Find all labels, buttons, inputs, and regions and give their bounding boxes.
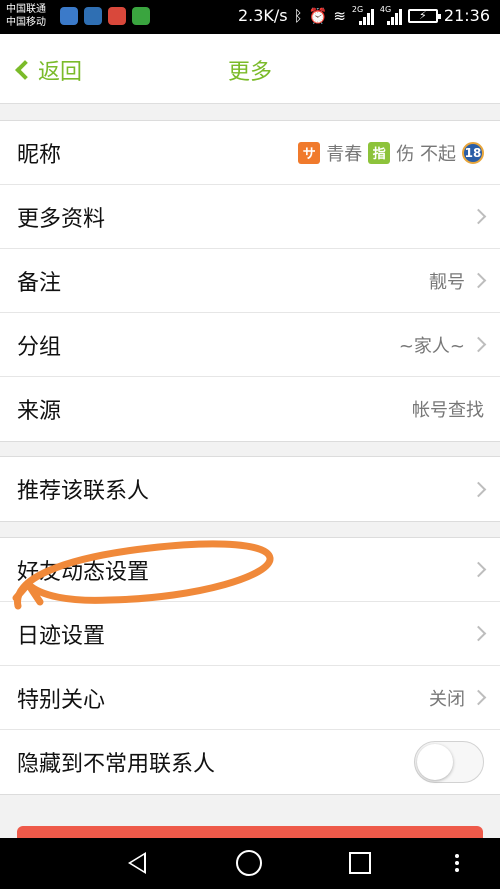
carrier-1: 中国联通 <box>6 4 46 15</box>
nickname-row[interactable]: 昵称 サ 青春 指 伤 不起 18 <box>0 121 500 185</box>
wifi-icon: ≋ <box>333 6 346 25</box>
chevron-right-icon <box>470 561 487 578</box>
signal-4g-icon: 4G <box>380 5 402 25</box>
source-row: 来源 帐号查找 <box>0 377 500 441</box>
nickname-part-1: 青春 <box>326 143 363 165</box>
battery-charging-icon: ⚡ <box>407 8 441 23</box>
friend-feed-settings-label: 好友动态设置 <box>17 559 150 585</box>
shield-app-icon <box>84 7 102 25</box>
clock: 21:36 <box>443 6 490 25</box>
more-info-label: 更多资料 <box>17 206 106 232</box>
cloud-app-icon <box>60 7 78 25</box>
recommend-row[interactable]: 推荐该联系人 <box>0 457 500 521</box>
settings-group: 好友动态设置 日迹设置 特别关心 关闭 隐藏到不常用联系人 <box>0 537 500 795</box>
nickname-badge-18: 18 <box>462 141 484 164</box>
bluetooth-icon: ᛒ <box>293 6 303 25</box>
remark-row[interactable]: 备注 靓号 <box>0 249 500 313</box>
chevron-right-icon <box>470 625 487 642</box>
chevron-right-icon <box>470 272 487 289</box>
page-title: 更多 <box>227 60 272 85</box>
footprint-settings-row[interactable]: 日迹设置 <box>0 602 500 666</box>
status-right: 2.3K/s ᛒ ⏰ ≋ 2G 4G ⚡ 21:36 <box>237 5 490 26</box>
recommend-label: 推荐该联系人 <box>17 479 150 504</box>
source-label: 来源 <box>17 399 62 424</box>
chevron-right-icon <box>470 208 487 225</box>
group-label: 分组 <box>17 334 62 360</box>
nav-back-icon[interactable] <box>128 852 146 874</box>
notification-icons <box>60 7 150 25</box>
nickname-label: 昵称 <box>17 142 62 168</box>
profile-group: 昵称 サ 青春 指 伤 不起 18 更多资料 备注 靓号 分组 ~家人~ 来源 … <box>0 120 500 442</box>
nickname-badge-green: 指 <box>368 141 391 164</box>
network-speed: 2.3K/s <box>237 6 288 25</box>
wechat-app-icon <box>132 7 150 25</box>
chevron-right-icon <box>470 336 487 353</box>
status-bar: 中国联通 中国移动 2.3K/s ᛒ ⏰ ≋ 2G 4G ⚡ 21:36 <box>0 0 500 34</box>
hide-contact-label: 隐藏到不常用联系人 <box>17 752 216 777</box>
group-value: ~家人~ <box>398 335 465 357</box>
special-care-row[interactable]: 特别关心 关闭 <box>0 666 500 730</box>
nav-recent-apps-icon[interactable] <box>349 852 371 874</box>
signal-2g-icon: 2G <box>352 5 374 25</box>
nav-home-icon[interactable] <box>236 850 262 876</box>
chevron-right-icon <box>470 689 487 706</box>
more-info-row[interactable]: 更多资料 <box>0 185 500 249</box>
group-row[interactable]: 分组 ~家人~ <box>0 313 500 377</box>
nav-menu-icon[interactable] <box>455 854 459 872</box>
footprint-settings-label: 日迹设置 <box>17 623 106 649</box>
source-value: 帐号查找 <box>412 400 484 421</box>
nickname-part-2: 伤 不起 <box>396 143 456 165</box>
special-care-value: 关闭 <box>429 688 465 710</box>
toggle-knob <box>417 744 453 780</box>
title-bar: 返回 更多 <box>0 34 500 104</box>
alarm-icon: ⏰ <box>308 6 328 25</box>
friend-feed-settings-row[interactable]: 好友动态设置 <box>0 538 500 602</box>
remark-value: 靓号 <box>429 271 465 293</box>
recommend-group: 推荐该联系人 <box>0 456 500 522</box>
carrier-info: 中国联通 中国移动 <box>6 3 46 29</box>
system-nav-bar <box>0 838 500 889</box>
special-care-label: 特别关心 <box>17 687 106 713</box>
nickname-value: サ 青春 指 伤 不起 18 <box>298 140 484 166</box>
carrier-2: 中国移动 <box>6 17 46 28</box>
remark-label: 备注 <box>17 270 62 296</box>
hide-contact-row: 隐藏到不常用联系人 <box>0 730 500 794</box>
map-pin-app-icon <box>108 7 126 25</box>
hide-contact-toggle[interactable] <box>414 741 484 783</box>
nickname-badge-orange: サ <box>298 141 321 164</box>
chevron-right-icon <box>470 481 487 497</box>
